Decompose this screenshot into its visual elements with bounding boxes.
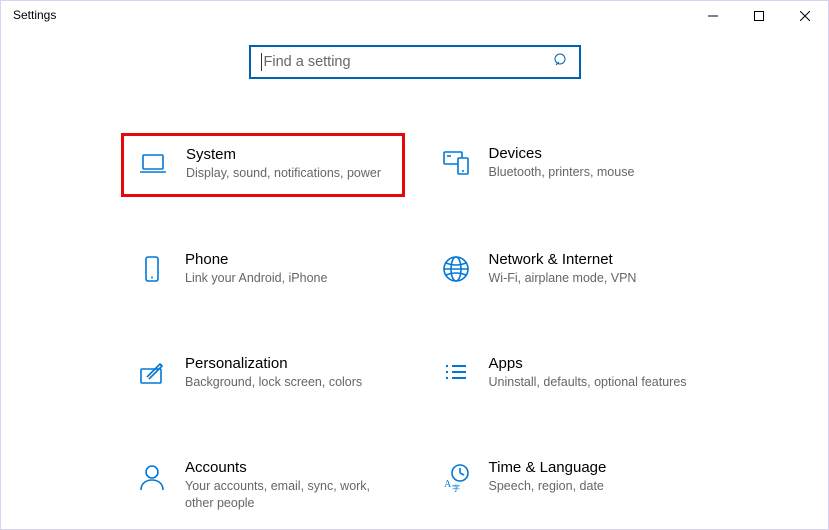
titlebar: Settings: [1, 1, 828, 33]
tile-network[interactable]: Network & Internet Wi-Fi, airplane mode,…: [425, 239, 709, 301]
maximize-button[interactable]: [736, 1, 782, 31]
text-cursor: [261, 53, 262, 71]
paintbrush-icon: [133, 355, 171, 389]
tile-title: Personalization: [185, 355, 362, 372]
window-controls: [690, 1, 828, 31]
tile-desc: Background, lock screen, colors: [185, 374, 362, 391]
tile-desc: Display, sound, notifications, power: [186, 165, 381, 182]
tile-desc: Uninstall, defaults, optional features: [489, 374, 687, 391]
tile-title: System: [186, 146, 381, 163]
time-language-icon: A 字: [437, 459, 475, 493]
tile-desc: Bluetooth, printers, mouse: [489, 164, 635, 181]
tile-personalization[interactable]: Personalization Background, lock screen,…: [121, 343, 405, 405]
tile-title: Time & Language: [489, 459, 607, 476]
svg-text:字: 字: [452, 483, 460, 493]
tile-apps[interactable]: Apps Uninstall, defaults, optional featu…: [425, 343, 709, 405]
tile-title: Network & Internet: [489, 251, 637, 268]
tile-phone[interactable]: Phone Link your Android, iPhone: [121, 239, 405, 301]
tile-title: Apps: [489, 355, 687, 372]
tile-desc: Your accounts, email, sync, work, other …: [185, 478, 389, 512]
tile-time-language[interactable]: A 字 Time & Language Speech, region, date: [425, 447, 709, 526]
window-title: Settings: [13, 1, 56, 22]
minimize-button[interactable]: [690, 1, 736, 31]
search-icon: [553, 52, 569, 73]
person-icon: [133, 459, 171, 493]
search-placeholder: Find a setting: [264, 54, 553, 70]
tile-title: Devices: [489, 145, 635, 162]
tile-desc: Link your Android, iPhone: [185, 270, 327, 287]
close-button[interactable]: [782, 1, 828, 31]
apps-list-icon: [437, 355, 475, 389]
laptop-icon: [134, 146, 172, 180]
devices-icon: [437, 145, 475, 179]
tile-system[interactable]: System Display, sound, notifications, po…: [121, 133, 405, 197]
globe-icon: [437, 251, 475, 285]
tile-desc: Speech, region, date: [489, 478, 607, 495]
tile-title: Accounts: [185, 459, 389, 476]
search-container: Find a setting: [1, 45, 828, 79]
tile-title: Phone: [185, 251, 327, 268]
tile-devices[interactable]: Devices Bluetooth, printers, mouse: [425, 133, 709, 197]
svg-text:A: A: [444, 479, 452, 490]
tile-accounts[interactable]: Accounts Your accounts, email, sync, wor…: [121, 447, 405, 526]
settings-grid: System Display, sound, notifications, po…: [1, 79, 828, 525]
tile-desc: Wi-Fi, airplane mode, VPN: [489, 270, 637, 287]
search-input[interactable]: Find a setting: [249, 45, 581, 79]
phone-icon: [133, 251, 171, 285]
